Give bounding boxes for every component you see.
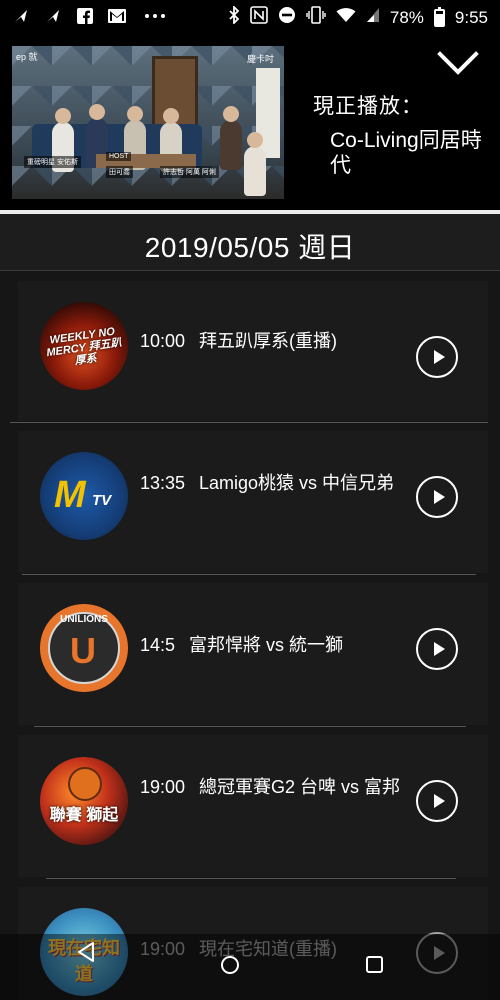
program-thumbnail: WEEKLY NO MERCY 拜五趴厚系 xyxy=(40,302,128,390)
now-playing-panel: ep 就 慶卡吋 重磅明星 安佑斯 HOST 田可喬 許志哲 阿萬 阿俐 現正播… xyxy=(0,34,500,210)
program-title: 總冠軍賽G2 台啤 vs 富邦 xyxy=(199,777,401,797)
program-time: 10:00 xyxy=(140,331,186,351)
video-player[interactable]: ep 就 慶卡吋 重磅明星 安佑斯 HOST 田可喬 許志哲 阿萬 阿俐 xyxy=(12,46,284,199)
clock: 9:55 xyxy=(454,7,488,27)
guest-caption: 重磅明星 安佑斯 xyxy=(24,156,81,168)
status-bar-right: 78% 9:55 xyxy=(228,4,488,29)
list-item[interactable]: UNILIONS U 14:5 富邦悍將 vs 統一獅 xyxy=(18,583,488,725)
battery-icon xyxy=(433,6,445,27)
status-bar: 78% 9:55 xyxy=(0,0,500,34)
play-button[interactable] xyxy=(416,628,458,670)
video-person xyxy=(220,106,242,170)
program-time: 14:5 xyxy=(140,635,176,655)
basketball-icon xyxy=(68,767,102,801)
navigation-bar xyxy=(0,934,500,1000)
thumbnail-text: UNILIONS xyxy=(60,614,108,625)
program-title: Lamigo桃猿 vs 中信兄弟 xyxy=(199,473,395,493)
row-divider xyxy=(10,422,488,423)
send-icon xyxy=(44,7,62,25)
status-bar-left xyxy=(12,7,170,25)
play-button[interactable] xyxy=(416,780,458,822)
row-divider xyxy=(46,878,456,879)
program-time: 13:35 xyxy=(140,473,186,493)
program-title: 富邦悍將 vs 統一獅 xyxy=(189,635,344,655)
program-title: 拜五趴厚系(重播) xyxy=(199,331,337,351)
host-caption: 田可喬 xyxy=(106,166,133,178)
now-playing-label: 現正播放： xyxy=(313,95,423,118)
nfc-icon xyxy=(250,6,268,29)
battery-percent: 78% xyxy=(389,7,424,27)
sponsor-logo: 慶卡吋 xyxy=(246,54,274,64)
program-thumbnail: M TV xyxy=(40,452,128,540)
more-icon xyxy=(140,7,170,25)
facebook-icon xyxy=(76,7,94,25)
play-button[interactable] xyxy=(416,336,458,378)
recents-icon[interactable] xyxy=(366,956,383,973)
back-icon[interactable] xyxy=(76,942,96,973)
send-icon xyxy=(12,7,30,25)
do-not-disturb-icon xyxy=(278,6,296,29)
channel-logo: ep 就 xyxy=(16,52,38,62)
home-icon[interactable] xyxy=(221,956,239,974)
video-person xyxy=(244,132,266,196)
thumbnail-text: 聯賽 獅起 xyxy=(49,807,119,824)
chevron-down-icon[interactable] xyxy=(436,48,480,78)
schedule-list[interactable]: WEEKLY NO MERCY 拜五趴厚系 10:00 拜五趴厚系(重播) M … xyxy=(0,271,500,1000)
list-item[interactable]: M TV 13:35 Lamigo桃猿 vs 中信兄弟 xyxy=(18,431,488,573)
host-label-caption: HOST xyxy=(106,152,132,161)
thumbnail-logo-tv: TV xyxy=(92,492,112,509)
now-playing-title: Co-Living同居時代 xyxy=(330,129,482,177)
row-divider xyxy=(34,726,466,727)
schedule-date: 2019/05/05 週日 xyxy=(144,232,356,263)
list-item[interactable]: 聯賽 獅起 19:00 總冠軍賽G2 台啤 vs 富邦 xyxy=(18,735,488,877)
program-thumbnail: UNILIONS U xyxy=(40,604,128,692)
host-caption-2: 許志哲 阿萬 阿俐 xyxy=(160,166,219,178)
date-header: 2019/05/05 週日 xyxy=(0,214,500,271)
vibrate-icon xyxy=(306,6,326,29)
thumbnail-logo: M xyxy=(54,474,86,516)
row-divider xyxy=(22,574,476,575)
thumbnail-logo: U xyxy=(70,630,96,671)
bluetooth-icon xyxy=(228,4,240,29)
gmail-icon xyxy=(108,7,126,25)
wifi-icon xyxy=(336,7,356,28)
list-item[interactable]: WEEKLY NO MERCY 拜五趴厚系 10:00 拜五趴厚系(重播) xyxy=(18,281,488,421)
program-time: 19:00 xyxy=(140,777,186,797)
thumbnail-text: WEEKLY NO MERCY 拜五趴厚系 xyxy=(45,325,123,368)
signal-icon xyxy=(366,7,380,28)
play-button[interactable] xyxy=(416,476,458,518)
program-thumbnail: 聯賽 獅起 xyxy=(40,757,128,845)
